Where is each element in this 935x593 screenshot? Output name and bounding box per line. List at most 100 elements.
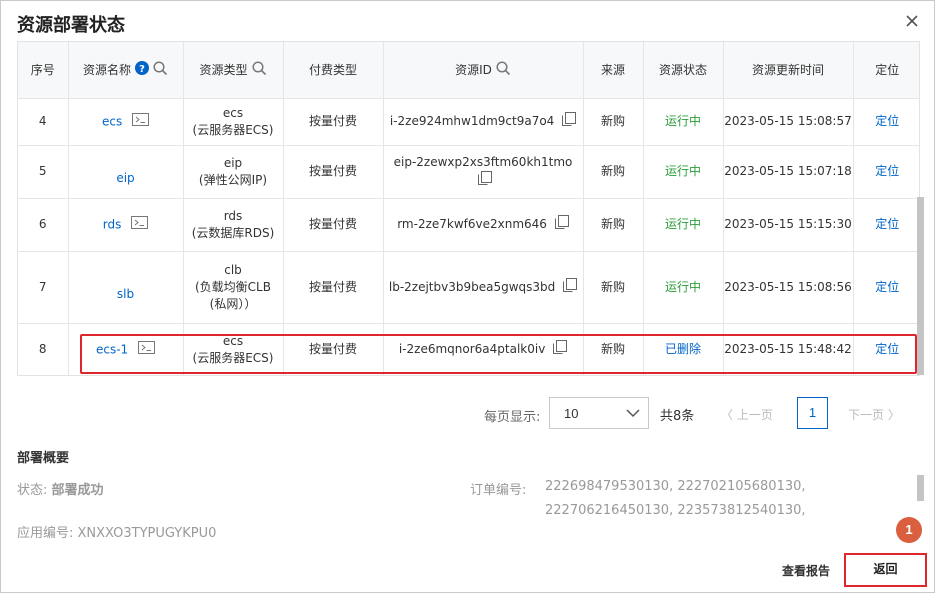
resource-name-link[interactable]: slb — [117, 287, 134, 301]
resource-id: eip-2zewxp2xs3ftm60kh1tmo — [393, 154, 573, 169]
update-time: 2023-05-15 15:07:18 — [723, 145, 854, 199]
col-header-source: 来源 — [583, 42, 644, 99]
col-header-id-label: 资源ID — [455, 63, 492, 78]
copy-icon[interactable] — [553, 340, 568, 359]
source: 新购 — [583, 198, 644, 252]
terminal-icon[interactable] — [132, 112, 150, 131]
row-index: 6 — [18, 198, 69, 252]
page-number-current[interactable]: 1 — [797, 397, 828, 429]
resource-name-link[interactable]: ecs-1 — [96, 342, 128, 356]
chevron-down-icon — [626, 407, 640, 422]
resource-type: rds — [223, 208, 243, 223]
deploy-status: 状态: 部署成功 — [17, 479, 104, 498]
status-running: 运行中 — [643, 251, 724, 324]
search-icon[interactable] — [153, 61, 168, 79]
update-time: 2023-05-15 15:15:30 — [723, 198, 854, 252]
row-index: 4 — [18, 98, 69, 146]
source: 新购 — [583, 251, 644, 324]
status-label: 状态: — [17, 483, 48, 498]
resource-type: clb — [224, 262, 242, 277]
summary-scrollbar[interactable] — [917, 475, 924, 501]
resource-id: lb-2zejtbv3b9bea5gwqs3bd — [388, 279, 556, 294]
resource-type-desc: (云数据库RDS) — [191, 225, 275, 240]
resource-name-link[interactable]: eip — [116, 171, 134, 185]
table-scrollbar[interactable] — [917, 197, 924, 375]
chevron-left-icon: 〈 — [721, 408, 734, 422]
pay-type: 按量付费 — [283, 251, 384, 324]
view-report-button[interactable]: 查看报告 — [782, 562, 830, 579]
resource-type-desc: (弹性公网IP) — [198, 172, 268, 187]
resource-id: rm-2ze7kwf6ve2xnm646 — [397, 217, 547, 231]
resource-type-desc-2: (私网）） — [209, 296, 257, 311]
source: 新购 — [583, 323, 644, 375]
col-header-type: 资源类型 — [183, 42, 284, 99]
prev-page-button[interactable]: 〈 上一页 — [721, 406, 773, 423]
table-row: 7 slb clb (负载均衡CLB (私网）） 按量付费 lb-2zejtbv3b… — [18, 251, 919, 324]
app-number: 应用编号: XNXXO3TYPUGYKPU0 — [17, 526, 217, 541]
copy-icon[interactable] — [562, 112, 577, 131]
resource-type: ecs — [222, 333, 244, 348]
search-icon[interactable] — [251, 61, 267, 79]
resource-id: i-2ze924mhw1dm9ct9a7o4 — [389, 114, 555, 128]
resource-type-desc: (负载均衡CLB — [195, 279, 271, 294]
pay-type: 按量付费 — [283, 323, 384, 375]
next-page-button[interactable]: 下一页 〉 — [848, 406, 900, 423]
table-row: 8 ecs-1 ecs (云服务器ECS) 按量付费 i-2ze6mqnor6a4… — [18, 323, 919, 375]
resource-table: 序号 资源名称 ? 资源类型 付费类型 资源ID 来源 资源状态 资源更新时间 … — [17, 41, 920, 376]
status-running: 运行中 — [643, 145, 724, 199]
row-index: 5 — [18, 145, 69, 199]
update-time: 2023-05-15 15:08:56 — [723, 251, 854, 324]
col-header-index: 序号 — [18, 42, 69, 99]
row-index: 8 — [18, 323, 69, 375]
col-header-pay-type: 付费类型 — [283, 42, 384, 99]
table-header: 序号 资源名称 ? 资源类型 付费类型 资源ID 来源 资源状态 资源更新时间 … — [18, 42, 919, 99]
page-size-value: 10 — [564, 406, 579, 421]
order-numbers-line-1: 222698479530130, 222702105680130, — [545, 479, 806, 494]
status-running: 运行中 — [643, 98, 724, 146]
update-time: 2023-05-15 15:08:57 — [723, 98, 854, 146]
help-icon[interactable]: ? — [135, 61, 149, 78]
status-deleted: 已删除 — [643, 323, 724, 375]
resource-type: ecs — [222, 105, 244, 120]
locate-link[interactable]: 定位 — [853, 98, 919, 146]
terminal-icon[interactable] — [138, 340, 156, 359]
status-running: 运行中 — [643, 198, 724, 252]
col-header-update-time: 资源更新时间 — [723, 42, 854, 99]
order-number-label: 订单编号: — [470, 483, 527, 498]
pay-type: 按量付费 — [283, 198, 384, 252]
row-index: 7 — [18, 251, 69, 324]
col-header-name-label: 资源名称 — [82, 63, 131, 78]
search-icon[interactable] — [496, 61, 511, 79]
page-size-select[interactable]: 10 — [549, 397, 649, 429]
summary-title: 部署概要 — [17, 451, 70, 466]
status-value: 部署成功 — [51, 483, 104, 498]
resource-name-link[interactable]: rds — [103, 217, 122, 231]
resource-type-desc: (云服务器ECS) — [192, 122, 274, 137]
resource-type-desc: (云服务器ECS) — [192, 350, 274, 365]
locate-link[interactable]: 定位 — [853, 198, 919, 252]
page-size-label: 每页显示: — [484, 410, 541, 425]
source: 新购 — [583, 145, 644, 199]
col-header-status: 资源状态 — [643, 42, 724, 99]
source: 新购 — [583, 98, 644, 146]
copy-icon[interactable] — [554, 215, 569, 234]
terminal-icon[interactable] — [131, 215, 149, 234]
svg-text:?: ? — [139, 64, 145, 75]
col-header-locate: 定位 — [853, 42, 919, 99]
copy-icon[interactable] — [478, 170, 492, 190]
resource-type: eip — [223, 155, 243, 170]
order-numbers-line-2: 222706216450130, 223573812540130, — [545, 503, 806, 518]
locate-link[interactable]: 定位 — [853, 323, 919, 375]
total-count: 共8条 — [660, 409, 695, 424]
prev-page-label: 上一页 — [736, 408, 773, 422]
col-header-id: 资源ID — [383, 42, 584, 99]
table-row: 5 eip eip (弹性公网IP) 按量付费 eip-2zewxp2xs3ftm… — [18, 145, 919, 199]
close-icon[interactable] — [902, 11, 922, 31]
locate-link[interactable]: 定位 — [853, 145, 919, 199]
back-button[interactable]: 返回 — [844, 553, 927, 587]
resource-name-link[interactable]: ecs — [102, 114, 122, 128]
chevron-right-icon: 〉 — [887, 408, 900, 422]
copy-icon[interactable] — [563, 277, 578, 297]
locate-link[interactable]: 定位 — [853, 251, 919, 324]
step-badge: 1 — [896, 517, 922, 543]
